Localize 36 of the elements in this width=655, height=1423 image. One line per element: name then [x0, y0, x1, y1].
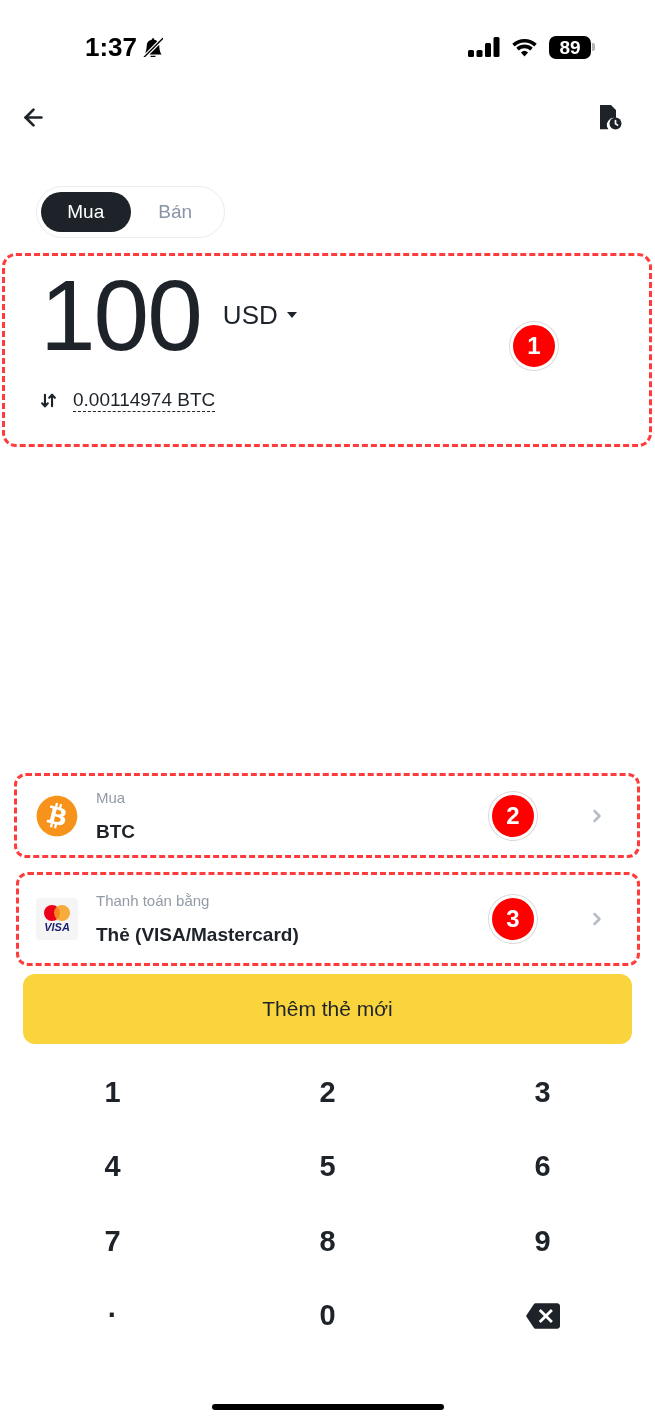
keypad-key[interactable]: 2 — [220, 1055, 435, 1130]
keypad-key[interactable]: 6 — [435, 1129, 650, 1204]
annotation-frame[interactable]: Mua BTC 2 — [14, 773, 640, 858]
keypad-key[interactable]: · — [5, 1278, 220, 1353]
selector-value: BTC — [96, 819, 137, 844]
selector-label: Mua — [96, 787, 127, 808]
step-badge: 3 — [489, 895, 537, 943]
keypad-key[interactable]: 9 — [435, 1204, 650, 1279]
document-clock-icon[interactable] — [599, 104, 622, 130]
keypad-key[interactable]: 4 — [5, 1129, 220, 1204]
wifi-icon — [511, 37, 538, 57]
annotation-frame[interactable]: VISA Thanh toán bằng Thẻ (VISA/Mastercard) 3 — [16, 872, 640, 966]
keypad-key[interactable]: 0 — [220, 1278, 435, 1353]
step-badge: 2 — [489, 791, 537, 840]
keypad-key[interactable]: 3 — [435, 1055, 650, 1130]
caret-down-icon — [286, 312, 297, 318]
keypad-key[interactable]: 5 — [220, 1129, 435, 1204]
keypad-key[interactable]: 8 — [220, 1204, 435, 1279]
step-badge: 1 — [510, 322, 558, 370]
amount-value[interactable]: 100 — [40, 265, 201, 365]
converted-amount[interactable]: 0.00114974 BTC — [73, 388, 216, 412]
add-card-button[interactable]: Thêm thẻ mới — [23, 974, 632, 1044]
selector-label: Thanh toán bằng — [96, 891, 211, 911]
signal-bars-icon — [468, 37, 500, 57]
overlapping-circles-icon — [44, 905, 70, 921]
bell-slash-icon — [143, 37, 164, 57]
currency-selector[interactable]: USD — [222, 302, 297, 328]
bitcoin-icon — [36, 794, 78, 837]
battery-percentage: 89 — [559, 37, 581, 57]
toggle-tab[interactable]: Mua — [41, 192, 131, 232]
keypad-key[interactable]: 1 — [5, 1055, 220, 1130]
visa-logo-text: VISA — [44, 922, 70, 933]
keypad-key[interactable]: 7 — [5, 1204, 220, 1279]
selector-value: Thẻ (VISA/Mastercard) — [96, 923, 300, 947]
status-time: 1:37 — [85, 34, 138, 60]
swap-arrows-icon[interactable] — [40, 391, 57, 409]
